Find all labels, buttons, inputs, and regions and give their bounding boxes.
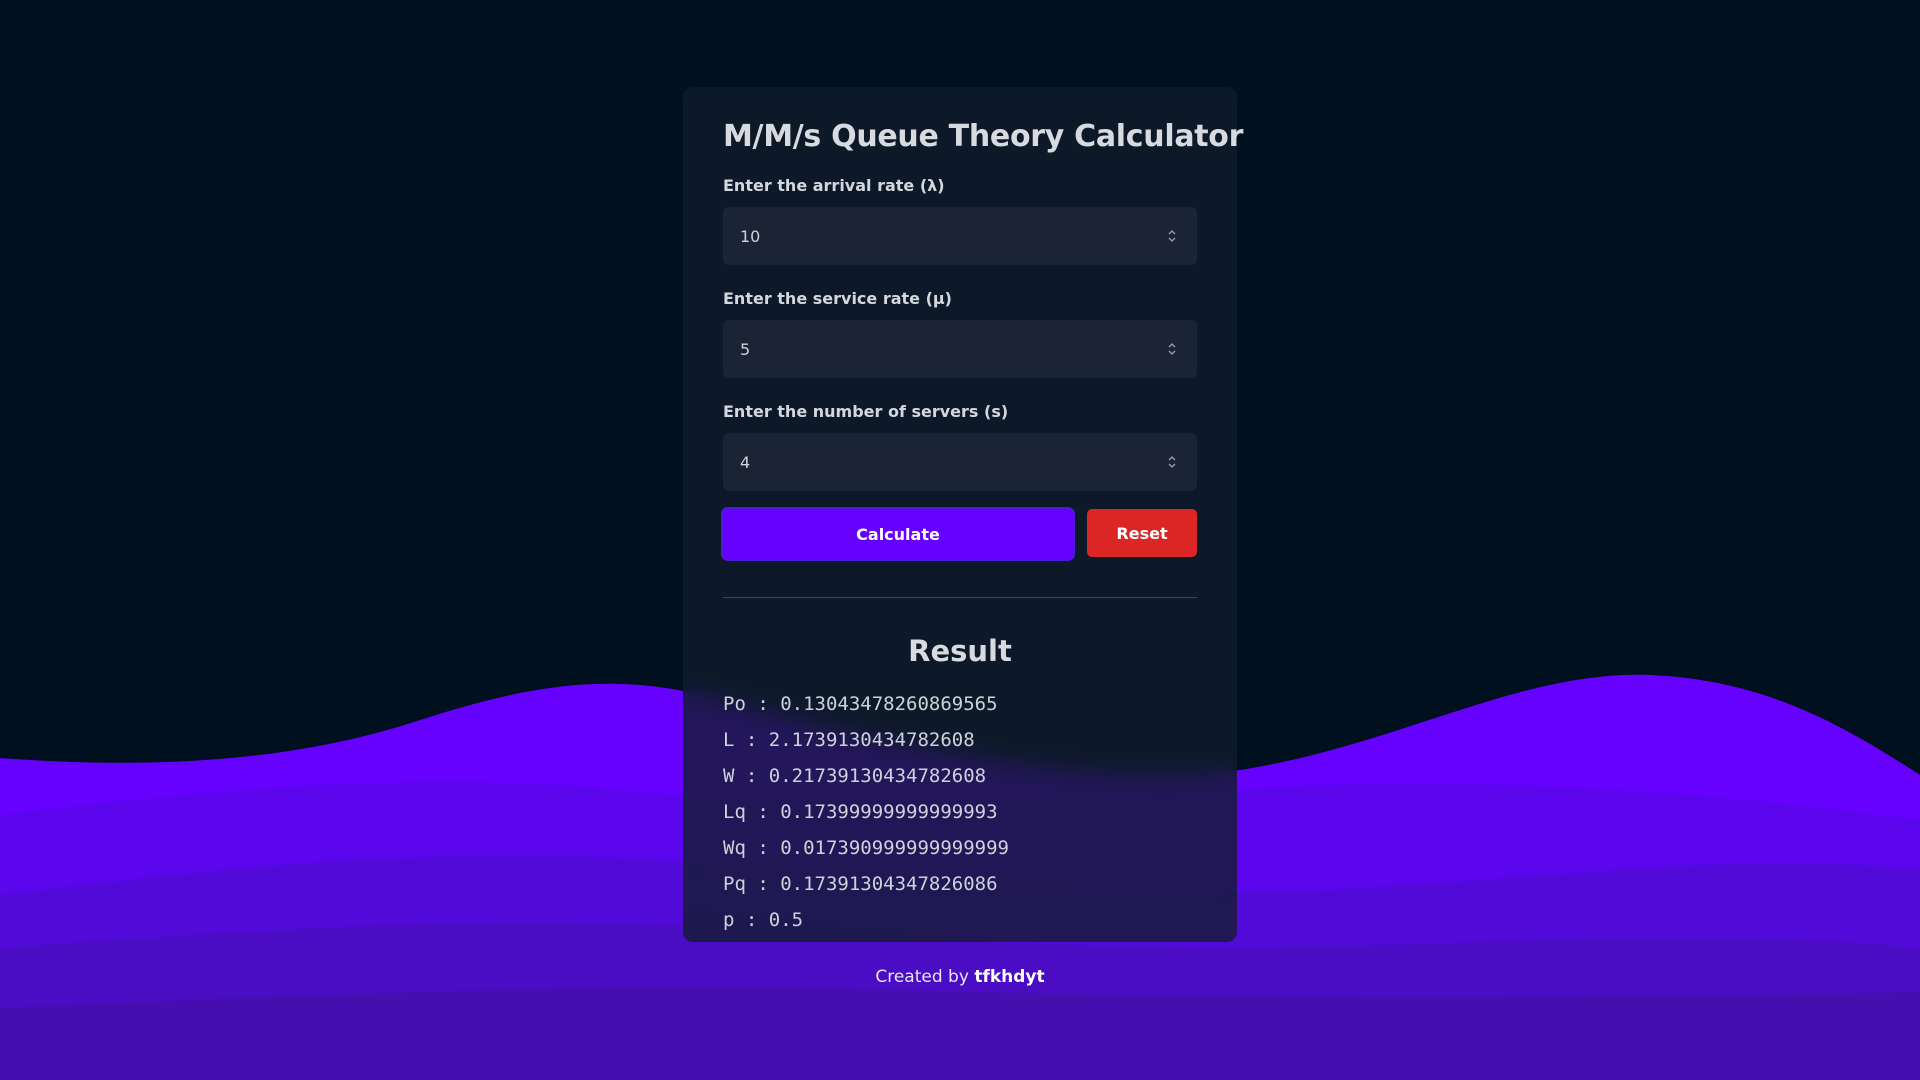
arrival-rate-field bbox=[723, 207, 1197, 265]
service-rate-field bbox=[723, 320, 1197, 378]
footer-author-link[interactable]: tfkhdyt bbox=[974, 967, 1044, 987]
arrival-rate-stepper-icon[interactable] bbox=[1167, 226, 1177, 246]
result-rho: p : 0.5 bbox=[723, 909, 804, 931]
result-title: Result bbox=[908, 634, 1012, 668]
service-rate-stepper-icon[interactable] bbox=[1167, 339, 1177, 359]
servers-input[interactable] bbox=[723, 433, 1197, 491]
servers-label: Enter the number of servers (s) bbox=[723, 402, 1009, 421]
result-l: L : 2.1739130434782608 bbox=[723, 729, 975, 751]
result-wq: Wq : 0.017390999999999999 bbox=[723, 837, 1009, 859]
service-rate-label: Enter the service rate (μ) bbox=[723, 289, 952, 308]
servers-stepper-icon[interactable] bbox=[1167, 452, 1177, 472]
page-title: M/M/s Queue Theory Calculator bbox=[723, 119, 1244, 154]
calculate-button[interactable]: Calculate bbox=[723, 509, 1073, 559]
result-list: Po : 0.13043478260869565 L : 2.173913043… bbox=[723, 686, 1197, 938]
result-w: W : 0.21739130434782608 bbox=[723, 765, 987, 787]
divider bbox=[723, 597, 1197, 598]
service-rate-input[interactable] bbox=[723, 320, 1197, 378]
footer: Created by tfkhdyt bbox=[0, 967, 1920, 987]
result-po: Po : 0.13043478260869565 bbox=[723, 693, 998, 715]
action-buttons: Calculate Reset bbox=[723, 509, 1197, 559]
result-pq: Pq : 0.17391304347826086 bbox=[723, 873, 998, 895]
reset-button[interactable]: Reset bbox=[1087, 509, 1197, 557]
arrival-rate-input[interactable] bbox=[723, 207, 1197, 265]
result-lq: Lq : 0.17399999999999993 bbox=[723, 801, 998, 823]
arrival-rate-label: Enter the arrival rate (λ) bbox=[723, 176, 945, 195]
servers-field bbox=[723, 433, 1197, 491]
calculator-card: M/M/s Queue Theory Calculator Enter the … bbox=[683, 87, 1244, 942]
footer-prefix: Created by bbox=[875, 967, 969, 987]
